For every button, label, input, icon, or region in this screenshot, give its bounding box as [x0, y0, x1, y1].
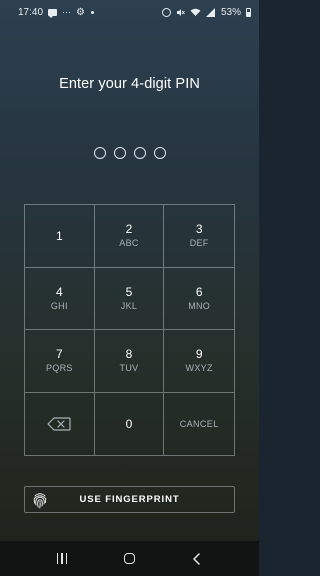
- recents-icon: [56, 553, 68, 564]
- cancel-label: CANCEL: [179, 418, 219, 429]
- pin-dot: [93, 147, 106, 159]
- gear-icon: ⚙: [76, 6, 85, 18]
- key-5[interactable]: 5 JKL: [94, 267, 165, 330]
- key-2[interactable]: 2 ABC: [94, 205, 165, 268]
- cancel-button[interactable]: CANCEL: [164, 393, 234, 456]
- use-fingerprint-label: USE FINGERPRINT: [79, 494, 180, 505]
- signal-icon: [205, 7, 215, 17]
- mute-icon: [176, 8, 185, 17]
- home-icon: [123, 553, 135, 564]
- key-digit: 6: [195, 284, 203, 299]
- key-digit: 4: [55, 284, 63, 299]
- status-time: 17:40: [18, 6, 44, 18]
- key-letters: TUV: [119, 363, 139, 374]
- status-bar-right: 53%: [161, 6, 251, 18]
- pin-entry-screen: 17:40 ⋯ ⚙ 53% Enter your 4-digit PIN 1 2…: [0, 0, 259, 576]
- pin-dot: [133, 147, 146, 159]
- key-digit: 0: [125, 416, 133, 431]
- key-7[interactable]: 7 PQRS: [25, 330, 95, 393]
- key-8[interactable]: 8 TUV: [94, 330, 165, 393]
- battery-fill: [247, 11, 250, 16]
- pin-indicator: [0, 147, 259, 159]
- pin-prompt-title: Enter your 4-digit PIN: [59, 76, 200, 92]
- key-letters: WXYZ: [185, 363, 213, 374]
- key-digit: 7: [55, 347, 63, 362]
- key-letters: DEF: [189, 238, 209, 249]
- battery-percent: 53%: [220, 6, 241, 18]
- key-digit: 5: [125, 284, 133, 299]
- backspace-icon: [47, 417, 71, 431]
- key-0[interactable]: 0: [95, 392, 165, 455]
- battery-icon: [246, 7, 251, 17]
- status-bar-left: 17:40 ⋯ ⚙: [18, 6, 95, 18]
- pin-dot: [153, 147, 166, 159]
- dots-icon: ⋯: [62, 6, 72, 17]
- key-digit: 2: [125, 222, 133, 237]
- backspace-button[interactable]: [25, 392, 95, 455]
- message-icon: [48, 8, 58, 18]
- wifi-icon: [190, 8, 201, 16]
- notification-dot-icon: [91, 10, 95, 14]
- key-digit: 8: [125, 347, 133, 362]
- key-letters: PQRS: [45, 363, 73, 374]
- key-3[interactable]: 3 DEF: [164, 205, 234, 268]
- key-letters: JKL: [120, 300, 138, 311]
- use-fingerprint-button[interactable]: USE FINGERPRINT: [24, 486, 235, 513]
- key-digit: 9: [195, 347, 203, 362]
- system-nav-bar: [0, 541, 259, 576]
- pin-dot: [113, 147, 126, 159]
- fingerprint-icon: [33, 493, 47, 509]
- key-letters: ABC: [119, 238, 139, 249]
- status-bar: 17:40 ⋯ ⚙ 53%: [0, 0, 259, 24]
- key-9[interactable]: 9 WXYZ: [164, 330, 234, 393]
- pin-keypad: 1 2 ABC 3 DEF 4 GHI 5 JKL 6 MNO 7 PQRS 8 TUV 9 WXYZ 0 CANC…: [24, 204, 235, 456]
- key-digit: 1: [55, 228, 63, 243]
- key-4[interactable]: 4 GHI: [25, 267, 95, 330]
- back-button[interactable]: [182, 544, 212, 574]
- key-1[interactable]: 1: [25, 205, 95, 268]
- key-6[interactable]: 6 MNO: [164, 268, 234, 330]
- back-icon: [193, 552, 200, 565]
- key-letters: MNO: [188, 300, 211, 311]
- alarm-icon: [161, 7, 171, 17]
- home-button[interactable]: [114, 544, 144, 574]
- recents-button[interactable]: [47, 544, 77, 574]
- key-letters: GHI: [50, 300, 68, 311]
- key-digit: 3: [195, 222, 203, 237]
